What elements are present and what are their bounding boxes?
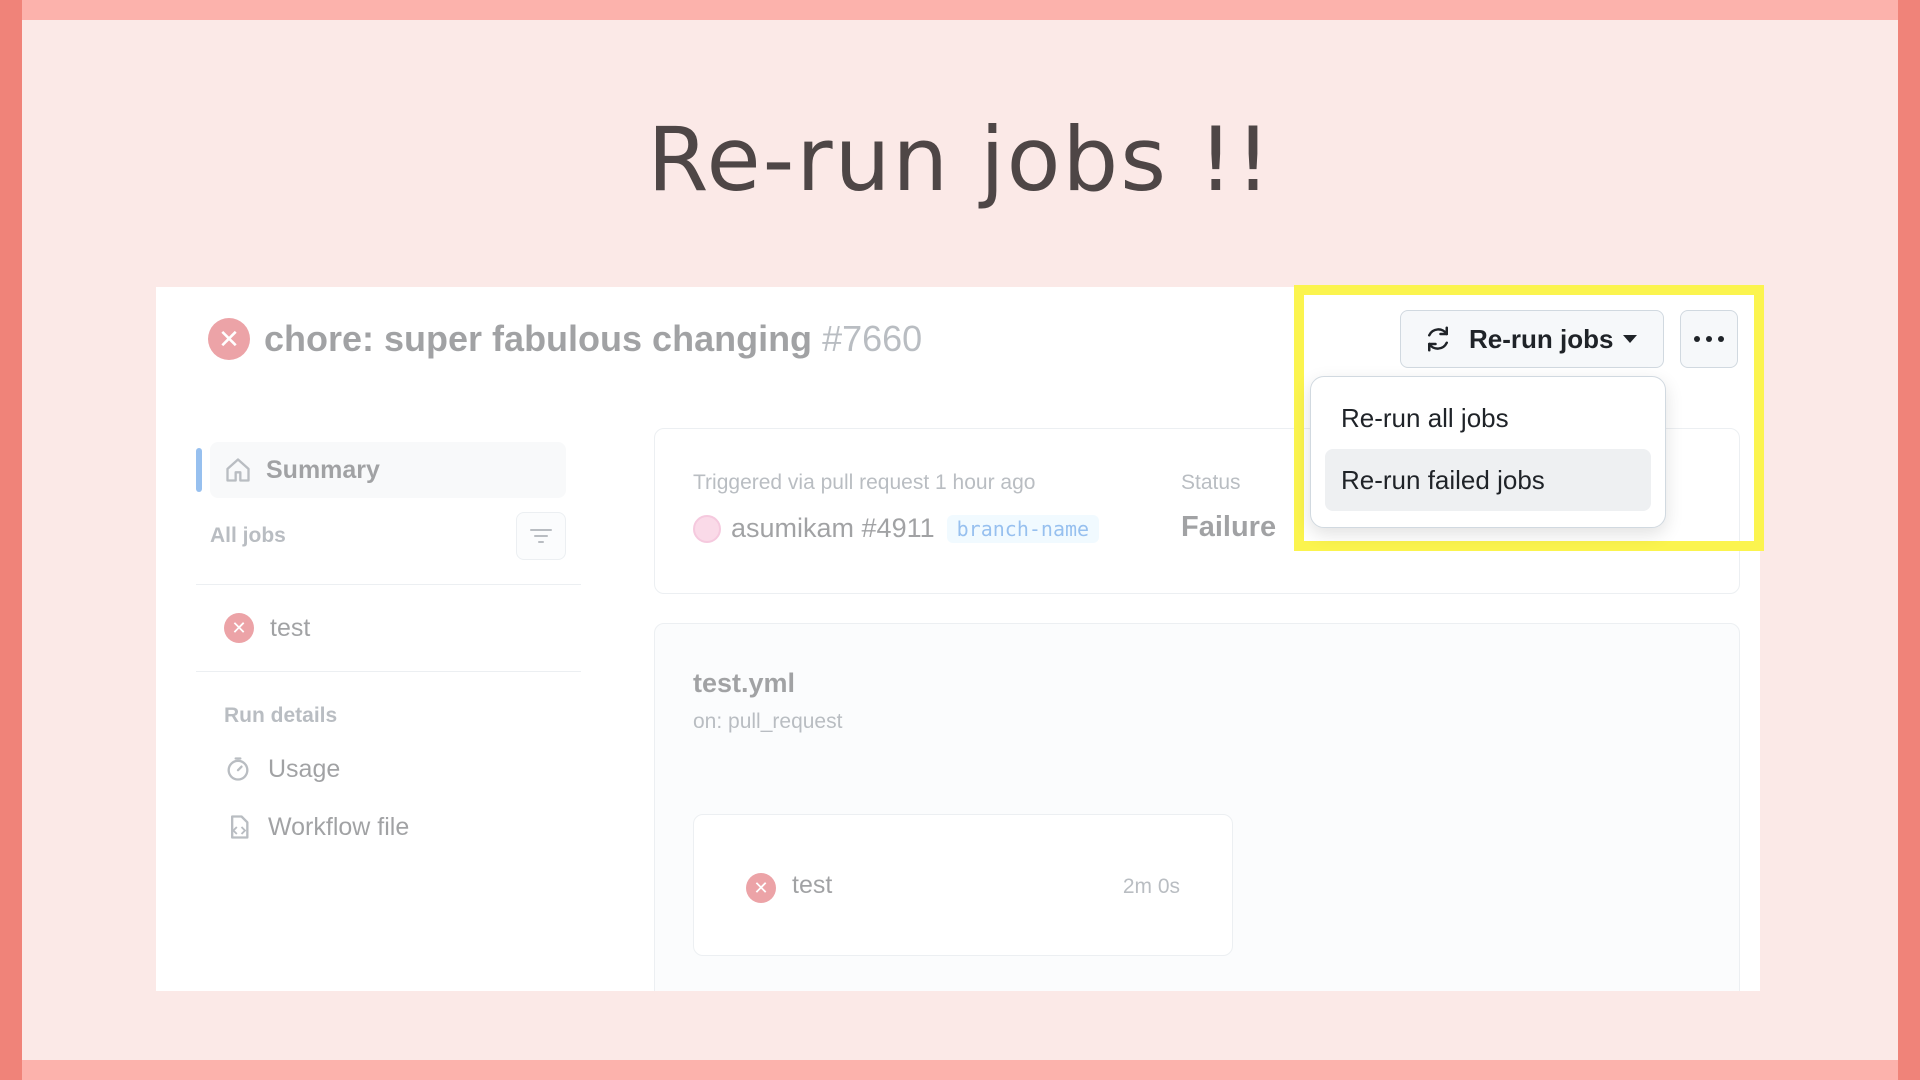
menu-item-rerun-all-jobs[interactable]: Re-run all jobs — [1325, 387, 1651, 449]
slide-frame-top — [0, 0, 1920, 20]
filter-icon — [530, 529, 552, 543]
sidebar-item-label: Workflow file — [268, 812, 410, 841]
actor-link[interactable]: asumikam #4911 — [731, 513, 935, 544]
branch-tag[interactable]: branch-name — [946, 514, 1100, 543]
divider — [196, 671, 581, 672]
all-jobs-header: All jobs — [210, 512, 566, 560]
workflow-trigger: on: pull_request — [693, 710, 843, 733]
run-header: ✕ chore: super fabulous changing #7660 — [208, 318, 922, 360]
workflow-file-name: test.yml — [693, 668, 796, 698]
sidebar-job-label: test — [270, 613, 311, 642]
trigger-text: Triggered via pull request 1 hour ago — [693, 471, 1036, 494]
status-label: Status — [1181, 471, 1241, 494]
failure-icon: ✕ — [208, 318, 250, 360]
rerun-jobs-button[interactable]: Re-run jobs — [1400, 310, 1664, 368]
run-title: chore: super fabulous changing — [264, 318, 813, 359]
all-jobs-label: All jobs — [210, 524, 286, 547]
more-actions-button[interactable] — [1680, 310, 1738, 368]
sidebar-item-usage[interactable]: Usage — [196, 740, 581, 798]
job-duration: 2m 0s — [1122, 875, 1180, 898]
job-node-test[interactable]: ✕ test 2m 0s — [693, 814, 1233, 956]
failure-icon: ✕ — [746, 873, 776, 903]
menu-item-rerun-failed-jobs[interactable]: Re-run failed jobs — [1325, 449, 1651, 511]
sidebar-item-label: Summary — [266, 455, 380, 484]
kebab-horizontal-icon — [1694, 336, 1700, 342]
slide-frame-bottom — [0, 1060, 1920, 1080]
sidebar-item-workflow-file[interactable]: Workflow file — [196, 798, 581, 856]
rerun-jobs-label: Re-run jobs — [1469, 323, 1614, 354]
sidebar-job-test[interactable]: ✕ test — [196, 585, 581, 671]
filter-button[interactable] — [516, 512, 566, 560]
sidebar-item-label: Usage — [268, 754, 341, 783]
chevron-down-icon — [1623, 335, 1638, 343]
job-name: test — [792, 871, 833, 899]
workflow-graph-card: test.yml on: pull_request ✕ test 2m 0s — [654, 623, 1740, 991]
slide-title: Re-run jobs !! — [647, 108, 1273, 211]
sidebar-item-summary[interactable]: Summary — [196, 442, 566, 498]
status-value: Failure — [1181, 511, 1277, 543]
sidebar: Summary All jobs ✕ test Run details Usag… — [196, 442, 581, 856]
actor-row: asumikam #4911 branch-name — [693, 513, 1100, 544]
run-number: #7660 — [822, 318, 923, 359]
sync-icon — [1428, 326, 1448, 352]
file-code-icon — [231, 815, 249, 839]
failure-icon: ✕ — [224, 613, 254, 643]
home-icon — [226, 458, 250, 482]
avatar — [693, 514, 721, 543]
run-details-label: Run details — [224, 704, 338, 727]
stopwatch-icon — [227, 757, 249, 781]
kebab-horizontal-icon — [1706, 336, 1712, 342]
kebab-horizontal-icon — [1718, 336, 1724, 342]
rerun-dropdown-menu: Re-run all jobs Re-run failed jobs — [1310, 376, 1666, 528]
active-indicator — [196, 448, 202, 492]
